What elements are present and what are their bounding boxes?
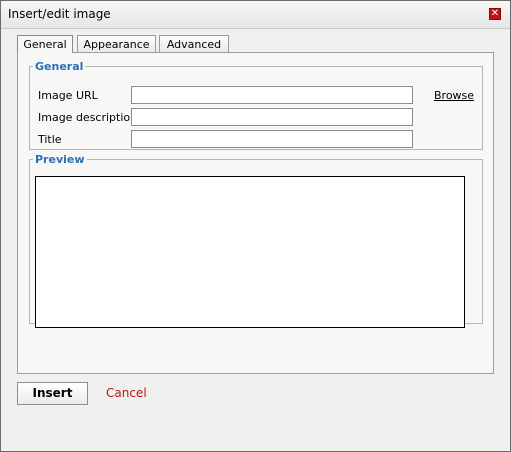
title-input[interactable] <box>131 130 413 148</box>
close-button[interactable]: ✕ <box>489 8 501 20</box>
general-fieldset: General Image URL Browse Image descripti… <box>29 60 483 150</box>
titlebar[interactable]: Insert/edit image ✕ <box>1 1 510 29</box>
tab-appearance[interactable]: Appearance <box>77 35 156 52</box>
tab-panel-general: General Image URL Browse Image descripti… <box>17 52 494 374</box>
close-icon: ✕ <box>490 8 500 19</box>
image-preview <box>35 176 465 328</box>
general-legend: General <box>35 60 84 73</box>
tab-advanced[interactable]: Advanced <box>159 35 229 52</box>
preview-fieldset: Preview <box>29 153 483 328</box>
cancel-button[interactable]: Cancel <box>106 386 147 400</box>
insert-button[interactable]: Insert <box>17 382 88 405</box>
title-label: Title <box>38 133 62 146</box>
image-description-input[interactable] <box>131 108 413 126</box>
tab-general[interactable]: General <box>17 35 73 53</box>
image-description-label: Image description <box>38 111 138 124</box>
image-url-label: Image URL <box>38 89 98 102</box>
image-url-input[interactable] <box>131 86 413 104</box>
dialog-title: Insert/edit image <box>8 7 111 21</box>
insert-image-dialog: Insert/edit image ✕ General Appearance A… <box>0 0 511 452</box>
browse-link[interactable]: Browse <box>434 89 474 102</box>
preview-legend: Preview <box>35 153 85 166</box>
